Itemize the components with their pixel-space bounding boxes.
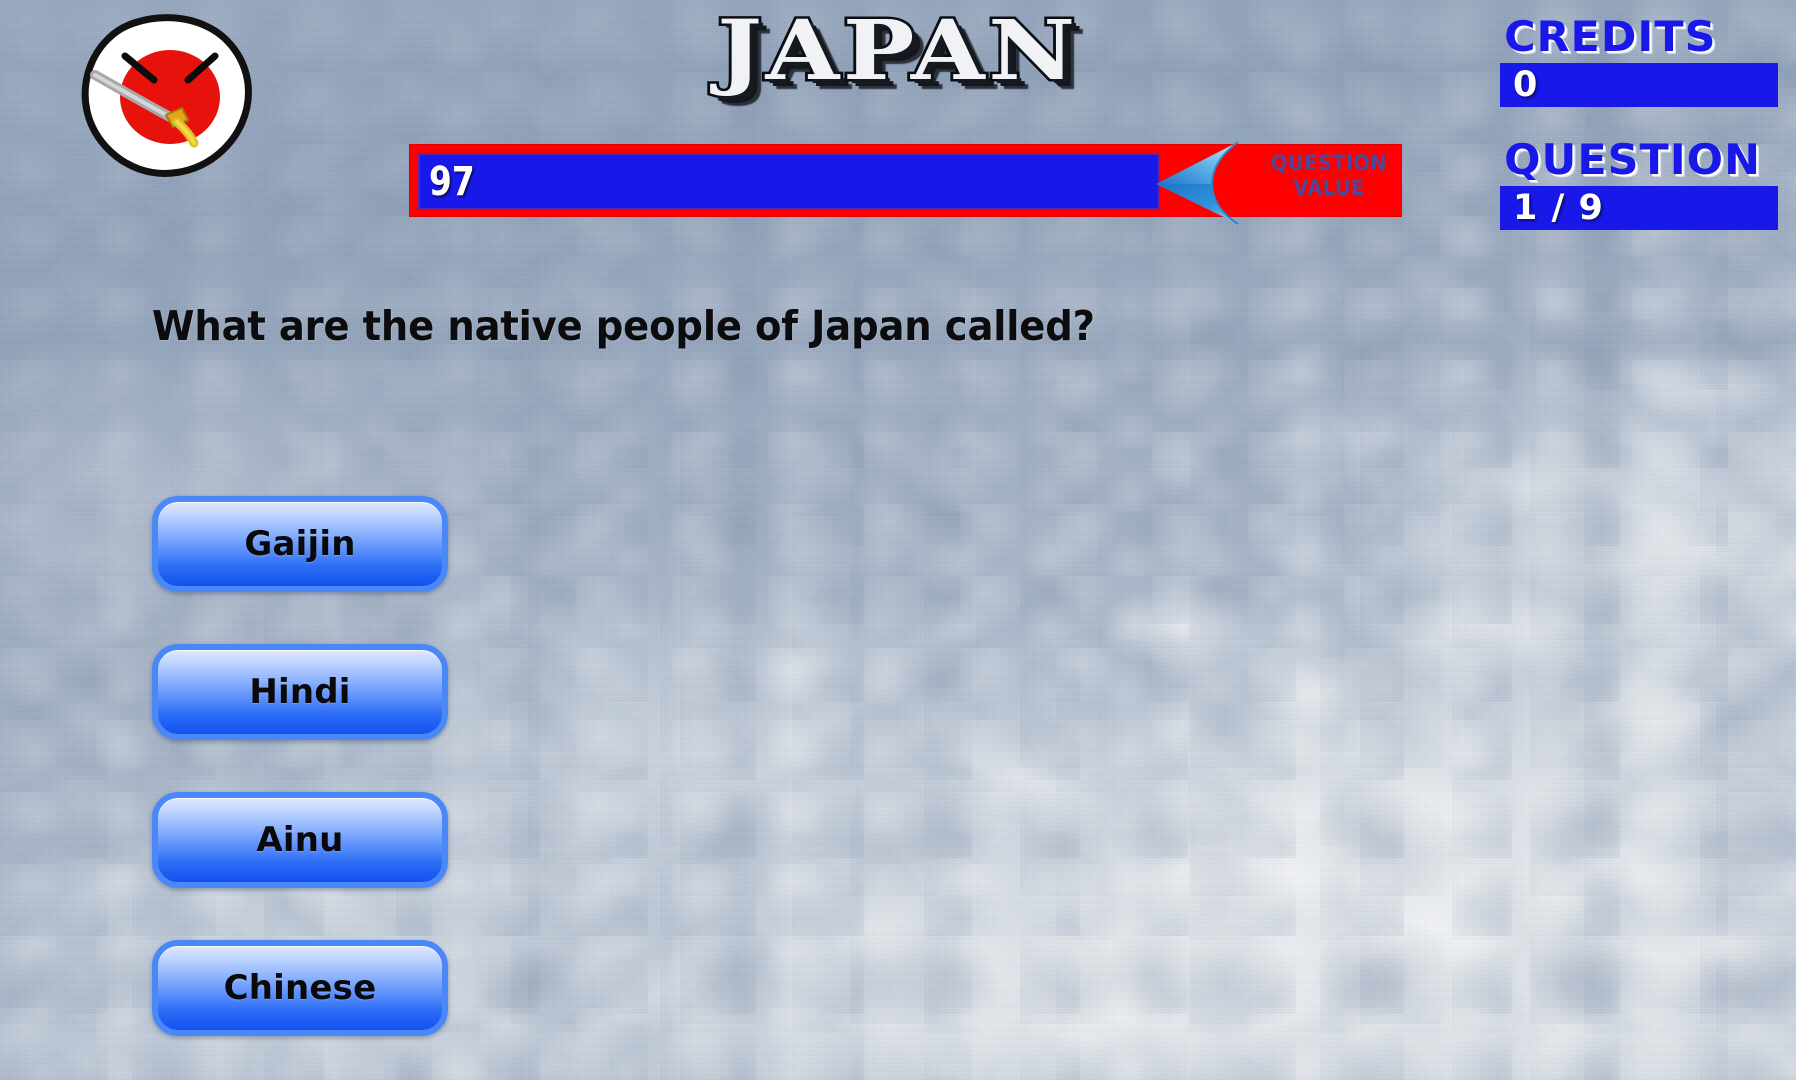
answer-button-2-label: Hindi — [249, 672, 351, 712]
page-title-text: JAPAN — [714, 3, 1079, 99]
question-value-caption: QUESTION VALUE — [1267, 151, 1390, 201]
quiz-game-screen: JAPAN CREDITS 0 QUESTION 1 / 9 97 QUESTI… — [0, 0, 1796, 1080]
question-prompt: What are the native people of Japan call… — [152, 302, 1095, 350]
credits-label: CREDITS — [1504, 12, 1717, 61]
question-value-fill: 97 — [418, 153, 1160, 210]
question-value-caption-line2: VALUE — [1293, 175, 1365, 200]
question-value-caption-line1: QUESTION — [1271, 151, 1387, 175]
credits-value: 0 — [1513, 64, 1539, 105]
answer-button-3[interactable]: Ainu — [152, 792, 448, 888]
question-counter-label: QUESTION — [1504, 135, 1762, 184]
credits-box: 0 — [1500, 63, 1778, 107]
left-arrow-icon — [1154, 140, 1246, 226]
question-counter-box: 1 / 9 — [1500, 186, 1778, 230]
answer-button-3-label: Ainu — [256, 820, 344, 860]
answer-list: Gaijin Hindi Ainu Chinese — [152, 496, 448, 1036]
question-value-number: 97 — [429, 158, 475, 205]
japan-countryball-icon — [78, 14, 256, 180]
answer-button-4[interactable]: Chinese — [152, 940, 448, 1036]
question-counter-group: QUESTION 1 / 9 — [1500, 139, 1778, 230]
question-value-bar: 97 QUESTION VALUE — [409, 141, 1402, 225]
hud-panel: CREDITS 0 QUESTION 1 / 9 — [1500, 16, 1778, 230]
answer-button-2[interactable]: Hindi — [152, 644, 448, 740]
credits-group: CREDITS 0 — [1500, 16, 1778, 107]
question-counter-value: 1 / 9 — [1513, 187, 1604, 228]
answer-button-4-label: Chinese — [223, 968, 377, 1008]
answer-button-1[interactable]: Gaijin — [152, 496, 448, 592]
answer-button-1-label: Gaijin — [244, 524, 356, 564]
